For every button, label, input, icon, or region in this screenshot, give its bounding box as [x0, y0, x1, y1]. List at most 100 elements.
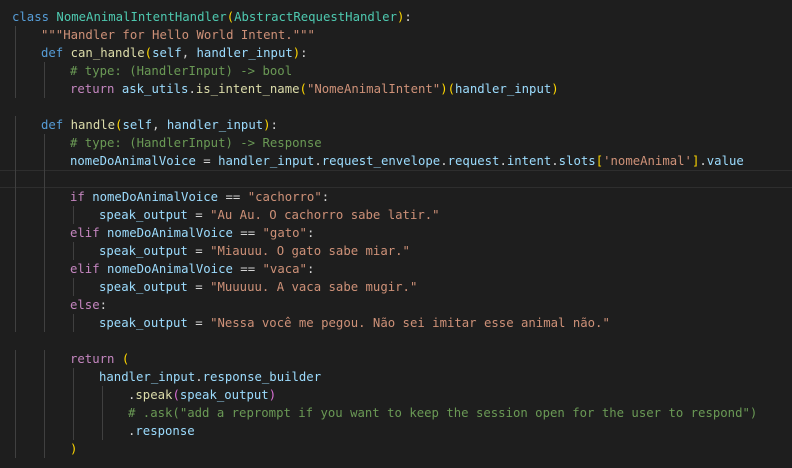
- code-token: intent: [506, 154, 552, 168]
- code-token: .: [195, 370, 203, 384]
- code-line[interactable]: class NomeAnimalIntentHandler(AbstractRe…: [0, 8, 792, 26]
- code-line-content: return (: [70, 350, 129, 368]
- code-token: handler_input: [455, 82, 552, 96]
- code-token: ,: [152, 118, 167, 132]
- code-token: speak: [135, 388, 173, 402]
- code-token: self: [122, 118, 153, 132]
- indent-guide: [15, 368, 16, 386]
- code-token: ): [268, 388, 277, 402]
- code-line[interactable]: """Handler for Hello World Intent.""": [0, 26, 792, 44]
- indent-guide: [15, 116, 16, 134]
- code-line[interactable]: speak_output = "Au Au. O cachorro sabe l…: [0, 206, 792, 224]
- indent-guide: [44, 224, 45, 242]
- indent-guide: [15, 296, 16, 314]
- code-token: request_envelope: [321, 154, 441, 168]
- code-token: ): [263, 118, 271, 132]
- code-token: [: [595, 154, 604, 168]
- code-line[interactable]: [0, 332, 792, 350]
- code-token: elif: [70, 226, 108, 240]
- indent-guide: [15, 44, 16, 62]
- code-line-content: ): [70, 440, 77, 458]
- code-token: 'nomeAnimal': [603, 154, 692, 168]
- code-line[interactable]: # .ask("add a reprompt if you want to ke…: [0, 404, 792, 422]
- code-token: :: [321, 190, 330, 204]
- code-token: nomeDoAnimalVoice: [70, 154, 196, 168]
- indent-guide: [102, 422, 103, 440]
- code-token: ==: [232, 226, 263, 240]
- code-line[interactable]: elif nomeDoAnimalVoice == "vaca":: [0, 260, 792, 278]
- code-line-content: if nomeDoAnimalVoice == "cachorro":: [70, 188, 329, 206]
- indent-guide: [73, 242, 74, 260]
- code-line[interactable]: ): [0, 440, 792, 458]
- code-line[interactable]: # type: (HandlerInput) -> bool: [0, 62, 792, 80]
- code-token: nomeDoAnimalVoice: [107, 262, 233, 276]
- indent-guide: [44, 314, 45, 332]
- code-line[interactable]: handler_input.response_builder: [0, 368, 792, 386]
- indent-guide: [44, 440, 45, 458]
- code-line[interactable]: else:: [0, 296, 792, 314]
- code-line[interactable]: if nomeDoAnimalVoice == "cachorro":: [0, 188, 792, 206]
- indent-guide: [44, 134, 45, 152]
- code-line-content: # type: (HandlerInput) -> Response: [70, 134, 322, 152]
- code-line[interactable]: return (: [0, 350, 792, 368]
- code-line[interactable]: .speak(speak_output): [0, 386, 792, 404]
- code-token: response_builder: [202, 370, 322, 384]
- code-line-content: speak_output = "Miauuu. O gato sabe miar…: [99, 242, 410, 260]
- indent-guide: [73, 368, 74, 386]
- code-token: NomeAnimalIntentHandler: [56, 10, 227, 24]
- indent-guide: [73, 206, 74, 224]
- code-line[interactable]: speak_output = "Miauuu. O gato sabe miar…: [0, 242, 792, 260]
- code-line-content: class NomeAnimalIntentHandler(AbstractRe…: [12, 8, 412, 26]
- indent-guide: [15, 62, 16, 80]
- code-token: :: [300, 46, 308, 60]
- code-token: self: [152, 46, 182, 60]
- indent-guide: [15, 350, 16, 368]
- code-line[interactable]: [0, 98, 792, 116]
- code-line[interactable]: nomeDoAnimalVoice = handler_input.reques…: [0, 152, 792, 170]
- code-line[interactable]: .response: [0, 422, 792, 440]
- code-line[interactable]: speak_output = "Nessa você me pegou. Não…: [0, 314, 792, 332]
- indent-guide: [44, 170, 45, 188]
- code-token: (: [144, 46, 153, 60]
- indent-guide: [44, 206, 45, 224]
- code-token: slots: [558, 154, 596, 168]
- code-token: .: [314, 154, 322, 168]
- indent-guide: [44, 188, 45, 206]
- indent-guide: [44, 350, 45, 368]
- code-token: "Nessa você me pegou. Não sei imitar ess…: [210, 316, 610, 330]
- code-line[interactable]: speak_output = "Muuuuu. A vaca sabe mugi…: [0, 278, 792, 296]
- code-token: (: [447, 82, 456, 96]
- indent-guide: [44, 152, 45, 170]
- indent-guide: [15, 422, 16, 440]
- code-token: response: [135, 424, 195, 438]
- code-line[interactable]: [0, 170, 792, 188]
- code-token: ): [551, 82, 559, 96]
- indent-guide: [44, 278, 45, 296]
- code-token: return: [70, 82, 122, 96]
- code-token: :: [99, 298, 108, 312]
- code-token: (: [172, 388, 180, 402]
- code-line[interactable]: return ask_utils.is_intent_name("NomeAni…: [0, 80, 792, 98]
- code-line[interactable]: def handle(self, handler_input):: [0, 116, 792, 134]
- code-token: ): [70, 442, 78, 456]
- code-token: is_intent_name: [195, 82, 300, 96]
- code-token: :: [404, 10, 412, 24]
- code-token: if: [70, 190, 93, 204]
- indent-guide: [15, 440, 16, 458]
- code-line[interactable]: elif nomeDoAnimalVoice == "gato":: [0, 224, 792, 242]
- code-token: =: [187, 316, 211, 330]
- code-editor[interactable]: class NomeAnimalIntentHandler(AbstractRe…: [0, 0, 792, 468]
- code-line-content: """Handler for Hello World Intent.""": [41, 26, 315, 44]
- indent-guide: [44, 386, 45, 404]
- code-token: speak_output: [99, 280, 188, 294]
- code-token: speak_output: [99, 316, 188, 330]
- indent-guide: [44, 242, 45, 260]
- code-line[interactable]: def can_handle(self, handler_input):: [0, 44, 792, 62]
- code-token: else: [70, 298, 100, 312]
- code-token: "Miauuu. O gato sabe miar.": [210, 244, 410, 258]
- code-token: .: [699, 154, 707, 168]
- code-token: :: [306, 262, 315, 276]
- code-line[interactable]: # type: (HandlerInput) -> Response: [0, 134, 792, 152]
- code-token: "vaca": [262, 262, 307, 276]
- indent-guide: [73, 314, 74, 332]
